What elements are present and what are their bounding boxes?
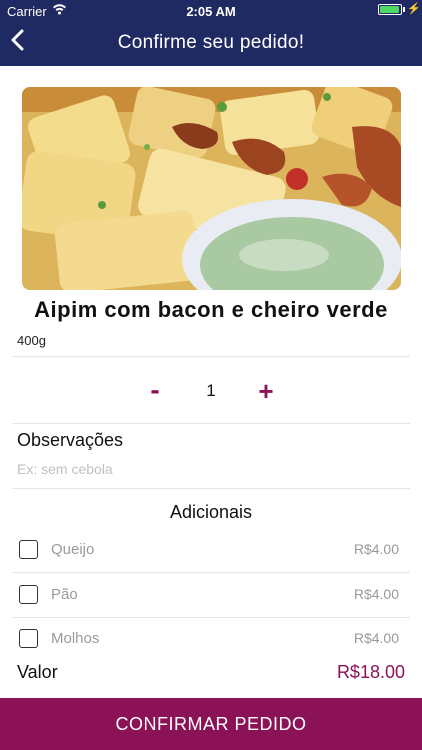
addon-price: R$4.00 [353, 541, 399, 557]
addons-title: Adicionais [169, 502, 253, 522]
addon-checkbox[interactable] [19, 540, 38, 559]
nav-header: Carrier 2:05 AM ⚡ Confirme seu pedido! [0, 0, 422, 66]
addon-row-queijo[interactable]: Queijo R$4.00 [0, 528, 422, 572]
observations-label: Observações [17, 430, 124, 450]
product-name: Aipim com bacon e cheiro verde [34, 297, 388, 322]
total-label: Valor [17, 662, 58, 682]
addon-checkbox[interactable] [19, 585, 38, 604]
divider [12, 488, 410, 489]
total-value: R$18.00 [336, 662, 405, 682]
addon-name: Pão [51, 586, 78, 603]
addon-checkbox[interactable] [19, 629, 38, 648]
addon-name: Queijo [51, 541, 95, 558]
increase-quantity-button[interactable]: + [255, 377, 277, 405]
confirm-order-button[interactable]: CONFIRMAR PEDIDO [0, 698, 422, 750]
addon-row-pao[interactable]: Pão R$4.00 [0, 573, 422, 617]
divider [12, 423, 410, 424]
clock: 2:05 AM [186, 4, 236, 19]
divider [12, 356, 410, 357]
quantity-value: 1 [206, 381, 216, 400]
page-title: Confirme seu pedido! [117, 32, 305, 53]
observations-input[interactable] [17, 458, 397, 480]
product-image [22, 87, 401, 290]
product-weight: 400g [17, 333, 46, 348]
decrease-quantity-button[interactable]: - [144, 376, 166, 404]
addon-price: R$4.00 [353, 630, 399, 646]
addon-name: Molhos [51, 630, 100, 647]
status-bar: Carrier 2:05 AM ⚡ [0, 0, 422, 22]
addon-price: R$4.00 [353, 586, 399, 602]
battery-icon: ⚡ [378, 3, 421, 15]
